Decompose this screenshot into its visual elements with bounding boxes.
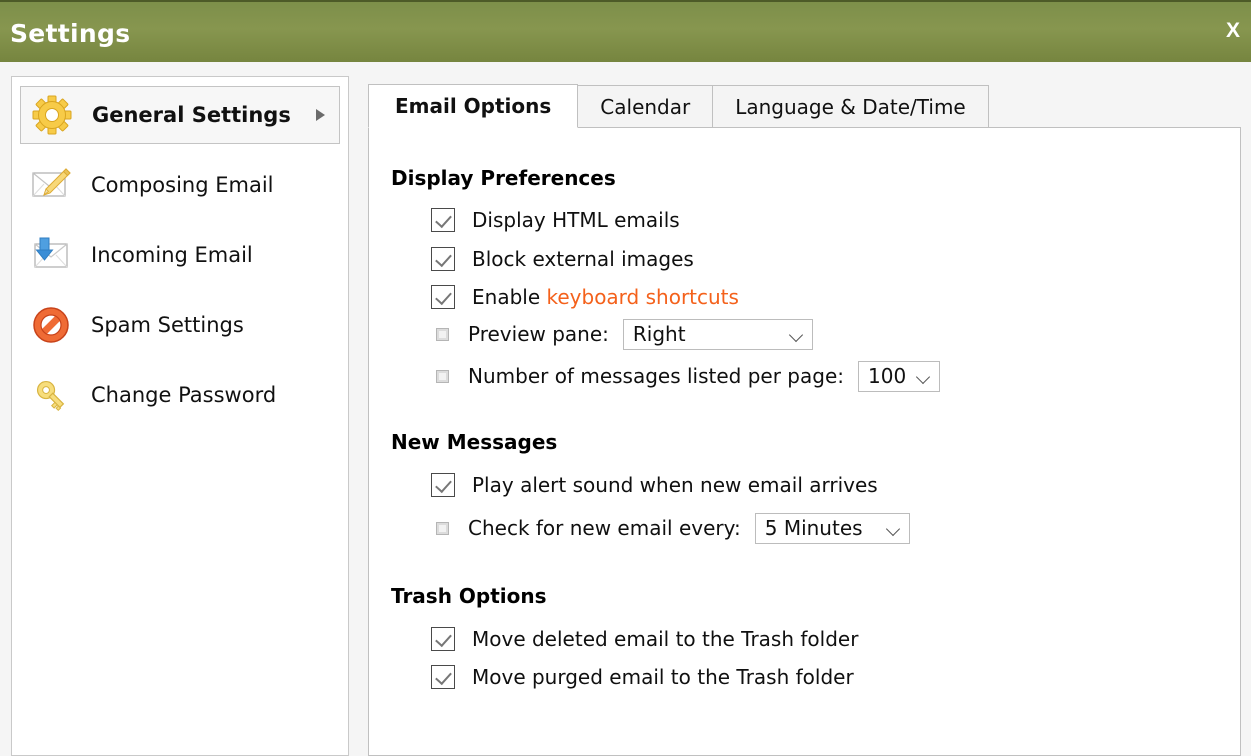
preview-pane-select[interactable]: Right: [622, 318, 813, 350]
bullet-marker-preview-pane[interactable]: [436, 327, 449, 341]
key-icon: [30, 374, 72, 416]
option-label: Move deleted email to the Trash folder: [472, 627, 859, 651]
page-title: Settings: [10, 19, 131, 48]
sidebar-item-label: General Settings: [92, 103, 291, 127]
option-label: Block external images: [472, 247, 694, 271]
option-display-html-emails[interactable]: Display HTML emails: [431, 204, 680, 236]
option-enable-keyboard-shortcuts[interactable]: Enable keyboard shortcuts: [431, 281, 739, 313]
option-check-new-email-interval: Check for new email every: 5 Minutes: [431, 512, 910, 544]
option-play-alert-sound[interactable]: Play alert sound when new email arrives: [431, 469, 878, 501]
section-heading-display-preferences: Display Preferences: [391, 166, 616, 190]
checkbox-enable-keyboard-shortcuts[interactable]: [431, 285, 455, 309]
option-preview-pane: Preview pane: Right: [431, 318, 813, 350]
messages-per-page-select[interactable]: 100: [858, 360, 940, 392]
messages-per-page-value: 100: [868, 364, 907, 388]
sidebar-item-composing-email[interactable]: Composing Email: [20, 156, 340, 214]
sidebar-item-change-password[interactable]: Change Password: [20, 366, 340, 424]
sidebar-item-label: Spam Settings: [91, 313, 244, 337]
option-messages-per-page: Number of messages listed per page: 100: [431, 360, 940, 392]
bullet-marker-check-interval[interactable]: [436, 521, 449, 535]
check-interval-value: 5 Minutes: [764, 516, 863, 540]
tab-label: Email Options: [395, 94, 552, 118]
keyboard-shortcuts-link[interactable]: keyboard shortcuts: [546, 285, 738, 309]
checkbox-move-purged-to-trash[interactable]: [431, 665, 455, 689]
bullet-marker-messages-per-page[interactable]: [436, 369, 449, 383]
sidebar-item-spam-settings[interactable]: Spam Settings: [20, 296, 340, 354]
envelope-pencil-icon: [30, 164, 72, 206]
checkbox-block-external-images[interactable]: [431, 247, 455, 271]
option-label-prefix: Enable: [472, 285, 547, 309]
tab-label: Calendar: [600, 94, 691, 119]
tab-language-date-time[interactable]: Language & Date/Time: [712, 85, 989, 128]
section-heading-new-messages: New Messages: [391, 430, 558, 454]
checkbox-move-deleted-to-trash[interactable]: [431, 627, 455, 651]
checkbox-display-html-emails[interactable]: [431, 208, 455, 232]
chevron-down-icon: [915, 369, 931, 384]
option-block-external-images[interactable]: Block external images: [431, 243, 694, 275]
envelope-download-icon: [30, 234, 72, 276]
close-icon[interactable]: X: [1226, 20, 1240, 41]
option-move-deleted-to-trash[interactable]: Move deleted email to the Trash folder: [431, 623, 858, 655]
sidebar-item-label: Incoming Email: [91, 243, 253, 267]
section-heading-trash-options: Trash Options: [391, 584, 547, 608]
tab-label: Language & Date/Time: [735, 94, 966, 119]
chevron-down-icon: [788, 327, 803, 342]
check-interval-select[interactable]: 5 Minutes: [754, 512, 910, 544]
option-label: Play alert sound when new email arrives: [472, 473, 878, 497]
sidebar-item-general-settings[interactable]: General Settings: [20, 86, 340, 144]
preview-pane-value: Right: [632, 322, 686, 346]
sidebar-item-label: Change Password: [91, 383, 277, 407]
settings-sidebar: General Settings Composing Email Incomin…: [11, 76, 349, 756]
gear-icon: [31, 94, 73, 136]
option-label: Move purged email to the Trash folder: [472, 665, 854, 689]
sidebar-item-label: Composing Email: [91, 173, 274, 197]
option-label: Preview pane:: [468, 322, 609, 346]
chevron-right-icon: [316, 109, 325, 121]
option-label: Number of messages listed per page:: [468, 364, 844, 388]
window-titlebar: Settings X: [0, 0, 1251, 62]
chevron-down-icon: [885, 521, 900, 536]
option-move-purged-to-trash[interactable]: Move purged email to the Trash folder: [431, 661, 854, 693]
tab-email-options[interactable]: Email Options: [368, 84, 579, 128]
email-options-panel: Display Preferences Display HTML emails …: [368, 127, 1241, 756]
no-entry-icon: [30, 304, 72, 346]
option-label: Display HTML emails: [472, 208, 680, 232]
settings-content-pane: Email Options Calendar Language & Date/T…: [368, 76, 1241, 756]
tab-calendar[interactable]: Calendar: [577, 85, 714, 128]
checkbox-play-alert-sound[interactable]: [431, 473, 455, 497]
option-label: Check for new email every:: [468, 516, 741, 540]
tab-bar: Email Options Calendar Language & Date/T…: [368, 84, 989, 128]
sidebar-item-incoming-email[interactable]: Incoming Email: [20, 226, 340, 284]
